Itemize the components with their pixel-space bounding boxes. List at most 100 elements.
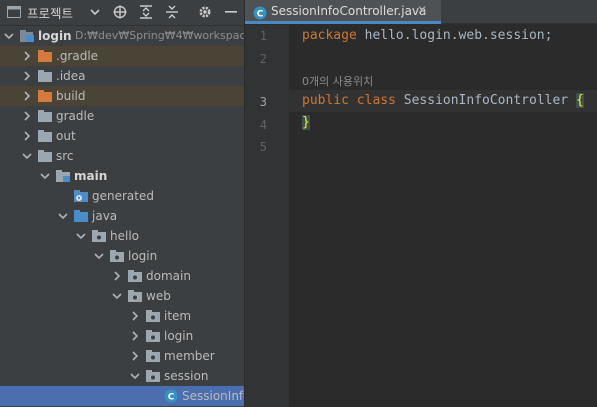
package-icon [146,346,160,366]
java-class-icon: C [253,5,267,20]
package-icon [92,226,106,246]
tree-item[interactable]: web [0,286,244,306]
tree-item-selected[interactable]: C SessionInfoController [0,386,244,406]
usage-hint[interactable]: 0개의 사용위치 [302,73,373,89]
chevron-down-icon[interactable] [111,286,123,306]
code-line-3: public class SessionInfoController { [302,93,584,108]
line-number: 2 [259,52,267,66]
chevron-right-icon[interactable] [129,306,141,326]
chevron-right-icon[interactable] [111,266,123,286]
excluded-folder-icon [38,86,52,106]
project-view-icon[interactable] [6,0,22,24]
project-toolbar: 프로젝트 [0,0,244,26]
tree-item-label: login [128,249,158,263]
chevron-down-icon[interactable] [93,246,105,266]
tree-item-label: item [164,309,192,323]
tree-item-label: web [146,289,171,303]
tree-item[interactable]: login [0,246,244,266]
source-folder-icon [74,206,88,226]
line-number-gutter: 1 2 3 4 5 [245,25,289,407]
tree-item-label: out [56,129,76,143]
package-icon [110,246,124,266]
locate-target-icon[interactable] [112,0,128,24]
tree-item-label: member [164,349,215,363]
tree-item-label: login [164,329,194,343]
code-line-1: package hello.login.web.session; [302,28,552,43]
tree-item[interactable]: session [0,366,244,386]
tree-item[interactable]: java [0,206,244,226]
chevron-right-icon[interactable] [21,106,33,126]
project-tool-window: 프로젝트 loginD:₩dev₩Spring₩4₩workspace₩.gra… [0,0,244,407]
editor-tab[interactable]: C SessionInfoController.java ✕ [245,0,441,24]
tree-item-label: gradle [56,109,95,123]
editor-tab-bar: C SessionInfoController.java ✕ [245,0,597,24]
tree-item[interactable]: item [0,306,244,326]
source-root-folder-icon [56,166,70,186]
tree-item[interactable]: hello [0,226,244,246]
tree-item-label: hello [110,229,139,243]
java-class-icon: C [164,386,178,406]
tree-item[interactable]: build [0,86,244,106]
tree-item[interactable]: .idea [0,66,244,86]
package-icon [146,306,160,326]
tree-item-label: login [38,29,72,43]
package-icon [146,366,160,386]
expand-all-icon[interactable] [138,0,154,24]
svg-text:C: C [257,10,264,20]
chevron-down-icon[interactable] [3,26,15,46]
chevron-right-icon[interactable] [21,66,33,86]
code-line-4: } [302,115,310,130]
keyword-public: public [302,93,349,108]
chevron-right-icon[interactable] [21,46,33,66]
chevron-right-icon[interactable] [21,126,33,146]
tree-item[interactable]: src [0,146,244,166]
folder-icon [38,66,52,86]
svg-text:C: C [168,393,175,403]
chevron-right-icon[interactable] [129,326,141,346]
package-icon [128,286,142,306]
tree-item-label: .idea [56,69,86,83]
code-editor[interactable]: package hello.login.web.session; 0개의 사용위… [289,25,597,407]
chevron-down-icon[interactable] [21,146,33,166]
tree-item-label: generated [92,189,154,203]
tree-item-label: domain [146,269,191,283]
gear-icon[interactable] [197,0,213,24]
chevron-down-icon[interactable] [57,206,69,226]
tree-item-label: build [56,89,86,103]
generated-folder-icon [74,186,88,206]
close-brace: } [302,115,310,130]
chevron-down-icon[interactable] [87,0,103,24]
excluded-folder-icon [38,46,52,66]
tree-item[interactable]: login [0,326,244,346]
project-view-selector[interactable]: 프로젝트 [27,0,85,24]
project-root-path: D:₩dev₩Spring₩4₩workspace₩ [75,29,244,42]
chevron-right-icon[interactable] [129,346,141,366]
close-icon[interactable]: ✕ [417,3,427,17]
tree-item[interactable]: generated [0,186,244,206]
tree-item[interactable]: out [0,126,244,146]
collapse-all-icon[interactable] [164,0,180,24]
folder-icon [38,106,52,126]
tree-item[interactable]: main [0,166,244,186]
chevron-down-icon[interactable] [39,166,51,186]
minimize-icon[interactable] [223,0,239,24]
folder-icon [38,146,52,166]
tree-item-label: .gradle [56,49,99,63]
line-number: 1 [259,29,267,43]
package-icon [128,266,142,286]
chevron-down-icon[interactable] [129,366,141,386]
tree-item[interactable]: gradle [0,106,244,126]
tree-item[interactable]: .gradle [0,46,244,66]
line-number-current: 3 [259,95,267,109]
editor-area: C SessionInfoController.java ✕ 1 2 3 4 5… [245,0,597,407]
project-view-title: 프로젝트 [27,5,74,21]
chevron-right-icon[interactable] [21,86,33,106]
tree-item[interactable]: loginD:₩dev₩Spring₩4₩workspace₩ [0,26,244,46]
tree-item-label: main [74,169,108,183]
line-number: 4 [259,118,267,132]
tree-item[interactable]: member [0,346,244,366]
tree-item[interactable]: domain [0,266,244,286]
chevron-down-icon[interactable] [75,226,87,246]
line-number: 5 [259,140,267,154]
tree-item-label: src [56,149,74,163]
